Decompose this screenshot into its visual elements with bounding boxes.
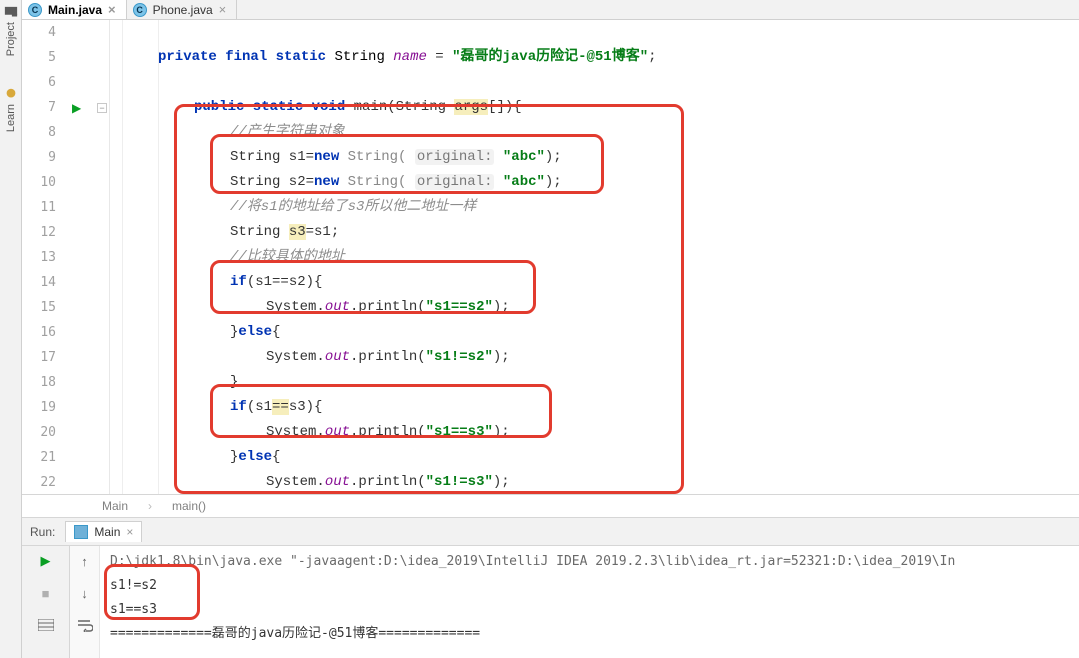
run-label: Run:	[30, 525, 55, 539]
soft-wrap-button[interactable]	[76, 616, 94, 634]
code-line: System.out.println("s1!=s2");	[110, 345, 1079, 370]
run-gutter-icon[interactable]: ▶	[72, 101, 81, 115]
scroll-down-button[interactable]: ↓	[76, 584, 94, 602]
code-line: if(s1==s2){	[110, 270, 1079, 295]
folder-icon	[4, 4, 18, 18]
line-number: 7	[22, 100, 62, 115]
code-line: String s3=s1;	[110, 220, 1079, 245]
line-number: 11	[22, 200, 62, 215]
tab-phone-java[interactable]: C Phone.java ×	[127, 0, 238, 19]
line-number: 19	[22, 400, 62, 415]
close-icon[interactable]: ×	[126, 525, 133, 539]
breadcrumb-method[interactable]: main()	[172, 499, 206, 513]
code-line: System.out.println("s1==s3");	[110, 420, 1079, 445]
console-line: =============磊哥的java历险记-@51博客===========…	[110, 622, 1069, 646]
scroll-up-button[interactable]: ↑	[76, 552, 94, 570]
application-icon	[74, 525, 88, 539]
line-number: 17	[22, 350, 62, 365]
console-output[interactable]: D:\jdk1.8\bin\java.exe "-javaagent:D:\id…	[100, 546, 1079, 658]
code-line: public static void main(String args[]){	[110, 95, 1079, 120]
run-sidebar-secondary: ↑ ↓	[70, 546, 100, 658]
code-line: //比较具体的地址	[110, 245, 1079, 270]
editor-area: 4 5 6 7 ▶ − 8 9 10 11 12 13 14 15 16 17 18…	[22, 20, 1079, 494]
run-config-tab[interactable]: Main ×	[65, 521, 142, 542]
code-line: //将s1的地址给了s3所以他二地址一样	[110, 195, 1079, 220]
fold-icon[interactable]: −	[97, 103, 107, 113]
run-body: ▶ ■ ↑ ↓ D:\jdk1.8\bin\java.exe "-javaage…	[22, 546, 1079, 658]
line-number: 13	[22, 250, 62, 265]
line-number: 22	[22, 475, 62, 490]
line-number: 20	[22, 425, 62, 440]
code-area[interactable]: private final static String name = "磊哥的j…	[110, 20, 1079, 494]
code-line: private final static String name = "磊哥的j…	[110, 45, 1079, 70]
console-line: s1==s3	[110, 598, 1069, 622]
breadcrumb-class[interactable]: Main	[102, 499, 128, 513]
code-line: String s1=new String( original: "abc");	[110, 145, 1079, 170]
code-line: if(s1==s3){	[110, 395, 1079, 420]
line-number: 8	[22, 125, 62, 140]
code-line: }else{	[110, 445, 1079, 470]
code-line: }else{	[110, 320, 1079, 345]
stop-button[interactable]: ■	[37, 584, 55, 602]
left-toolstrip: Project Learn	[0, 0, 22, 658]
console-line: s1!=s2	[110, 574, 1069, 598]
line-number: 15	[22, 300, 62, 315]
run-sidebar-primary: ▶ ■	[22, 546, 70, 658]
line-number: 18	[22, 375, 62, 390]
editor-tab-bar: C Main.java × C Phone.java ×	[22, 0, 1079, 20]
class-icon: C	[133, 3, 147, 17]
line-number: 14	[22, 275, 62, 290]
rerun-button[interactable]: ▶	[37, 552, 55, 570]
tool-learn[interactable]: Learn	[4, 86, 18, 132]
tab-main-java[interactable]: C Main.java ×	[22, 0, 127, 19]
class-icon: C	[28, 3, 42, 17]
gutter: 4 5 6 7 ▶ − 8 9 10 11 12 13 14 15 16 17 18…	[22, 20, 110, 494]
close-icon[interactable]: ×	[219, 3, 227, 16]
run-config-name: Main	[94, 525, 120, 539]
tab-label: Phone.java	[153, 3, 213, 17]
project-label: Project	[5, 22, 17, 56]
tab-label: Main.java	[48, 3, 102, 17]
line-number: 6	[22, 75, 62, 90]
code-line: String s2=new String( original: "abc");	[110, 170, 1079, 195]
code-line: System.out.println("s1!=s3");	[110, 470, 1079, 495]
line-number: 5	[22, 50, 62, 65]
learn-label: Learn	[5, 104, 17, 132]
line-number: 4	[22, 25, 62, 40]
line-number: 9	[22, 150, 62, 165]
console-command: D:\jdk1.8\bin\java.exe "-javaagent:D:\id…	[110, 550, 1069, 574]
breadcrumb: Main › main()	[22, 494, 1079, 518]
line-number: 21	[22, 450, 62, 465]
line-number: 16	[22, 325, 62, 340]
chevron-right-icon: ›	[148, 499, 152, 513]
layout-button[interactable]	[37, 616, 55, 634]
line-number: 12	[22, 225, 62, 240]
close-icon[interactable]: ×	[108, 3, 116, 16]
line-number: 10	[22, 175, 62, 190]
code-line: //产生字符串对象	[110, 120, 1079, 145]
tool-project[interactable]: Project	[4, 4, 18, 56]
code-line: System.out.println("s1==s2");	[110, 295, 1079, 320]
run-toolwindow-header: Run: Main ×	[22, 518, 1079, 546]
code-line: }	[110, 370, 1079, 395]
learn-icon	[4, 86, 18, 100]
